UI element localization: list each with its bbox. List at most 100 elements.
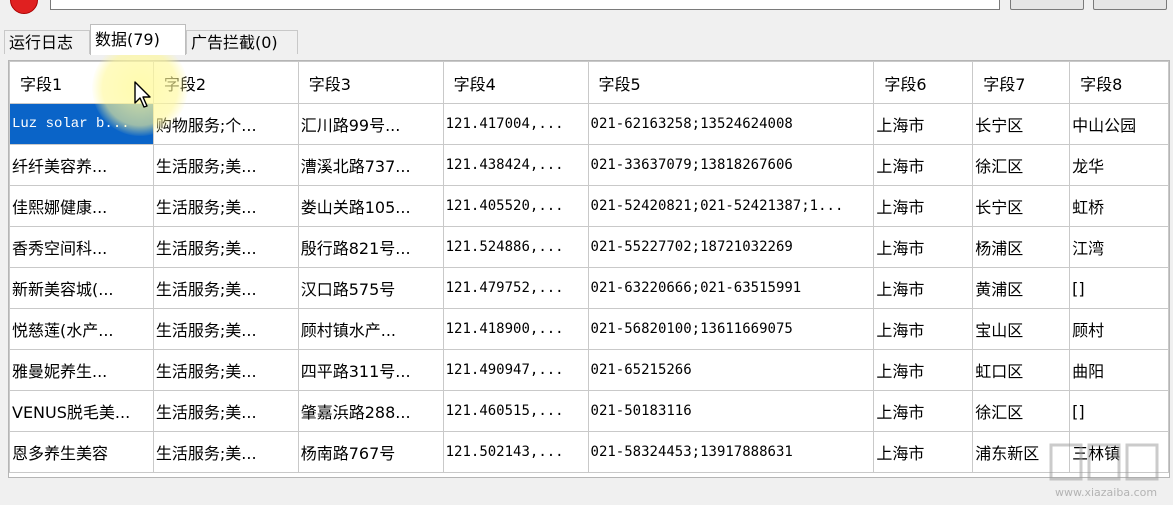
table-cell[interactable]: 上海市 [873, 185, 974, 227]
top-toolbar [0, 0, 1173, 14]
table-cell[interactable]: [] [1069, 390, 1169, 432]
table-cell[interactable]: 汇川路99号... [297, 103, 444, 145]
tab-data[interactable]: 数据(79) [90, 24, 186, 55]
table-cell[interactable]: 上海市 [873, 144, 974, 186]
table-cell-selected[interactable]: Luz solar b... [9, 103, 154, 145]
tab-run-log[interactable]: 运行日志 [4, 30, 90, 54]
table-cell[interactable]: [] [1069, 267, 1169, 309]
table-cell[interactable]: 曲阳 [1069, 349, 1169, 391]
table-cell[interactable]: 虹桥 [1069, 185, 1169, 227]
table-cell[interactable]: 生活服务;美... [152, 267, 299, 309]
table-cell[interactable]: 殷行路821号... [297, 226, 444, 268]
table-cell[interactable]: 021-33637079;13818267606 [587, 144, 875, 186]
table-row[interactable]: 雅曼妮养生... 生活服务;美... 四平路311号... 121.490947… [9, 349, 1169, 391]
table-cell[interactable]: 上海市 [873, 349, 974, 391]
table-cell[interactable]: 021-62163258;13524624008 [587, 103, 875, 145]
table-row[interactable]: Luz solar b... 购物服务;个... 汇川路99号... 121.4… [9, 103, 1169, 145]
column-header[interactable]: 字段6 [873, 61, 974, 104]
column-header[interactable]: 字段5 [587, 61, 875, 104]
table-cell[interactable]: 021-52420821;021-52421387;1... [587, 185, 875, 227]
table-row[interactable]: 悦慈莲(水产... 生活服务;美... 顾村镇水产... 121.418900,… [9, 308, 1169, 350]
table-cell[interactable]: 中山公园 [1069, 103, 1169, 145]
data-table: 字段1 字段2 字段3 字段4 字段5 字段6 字段7 字段8 Luz sola… [9, 61, 1169, 473]
table-cell[interactable]: 121.502143,... [442, 431, 589, 473]
table-cell[interactable]: 121.479752,... [442, 267, 589, 309]
record-icon[interactable] [10, 0, 38, 14]
table-cell[interactable]: 121.438424,... [442, 144, 589, 186]
table-cell[interactable]: 香秀空间科... [9, 226, 154, 268]
table-cell[interactable]: 121.405520,... [442, 185, 589, 227]
table-row[interactable]: 香秀空间科... 生活服务;美... 殷行路821号... 121.524886… [9, 226, 1169, 268]
column-header[interactable]: 字段3 [297, 61, 444, 104]
column-header[interactable]: 字段4 [442, 61, 589, 104]
table-cell[interactable]: 121.460515,... [442, 390, 589, 432]
table-cell[interactable]: 021-63220666;021-63515991 [587, 267, 875, 309]
table-cell[interactable]: 悦慈莲(水产... [9, 308, 154, 350]
url-input[interactable] [50, 0, 1000, 10]
table-row[interactable]: 新新美容城(... 生活服务;美... 汉口路575号 121.479752,.… [9, 267, 1169, 309]
table-cell[interactable]: 肇嘉浜路288... [297, 390, 444, 432]
table-cell[interactable]: 生活服务;美... [152, 144, 299, 186]
table-cell[interactable]: 漕溪北路737... [297, 144, 444, 186]
table-cell[interactable]: 龙华 [1069, 144, 1169, 186]
table-cell[interactable]: 顾村 [1069, 308, 1169, 350]
table-cell[interactable]: 上海市 [873, 390, 974, 432]
table-row[interactable]: VENUS脱毛美... 生活服务;美... 肇嘉浜路288... 121.460… [9, 390, 1169, 432]
table-cell[interactable]: 虹口区 [972, 349, 1071, 391]
toolbar-button-2[interactable] [1093, 0, 1167, 10]
tab-bar: 运行日志 数据(79) 广告拦截(0) [0, 20, 1173, 55]
table-cell[interactable]: 杨南路767号 [297, 431, 444, 473]
table-cell[interactable]: 浦东新区 [972, 431, 1071, 473]
table-cell[interactable]: 021-58324453;13917888631 [587, 431, 875, 473]
table-cell[interactable]: 021-50183116 [587, 390, 875, 432]
column-header[interactable]: 字段1 [9, 61, 154, 104]
tab-ad-block[interactable]: 广告拦截(0) [186, 30, 298, 54]
table-cell[interactable]: 江湾 [1069, 226, 1169, 268]
table-cell[interactable]: 汉口路575号 [297, 267, 444, 309]
table-cell[interactable]: 121.524886,... [442, 226, 589, 268]
table-cell[interactable]: 黄浦区 [972, 267, 1071, 309]
table-cell[interactable]: 三林镇 [1069, 431, 1169, 473]
table-cell[interactable]: 佳熙娜健康... [9, 185, 154, 227]
table-cell[interactable]: 121.418900,... [442, 308, 589, 350]
table-cell[interactable]: 纤纤美容养... [9, 144, 154, 186]
table-cell[interactable]: 徐汇区 [972, 144, 1071, 186]
table-cell[interactable]: 生活服务;美... [152, 185, 299, 227]
table-cell[interactable]: 生活服务;美... [152, 226, 299, 268]
table-cell[interactable]: 上海市 [873, 267, 974, 309]
table-cell[interactable]: 四平路311号... [297, 349, 444, 391]
column-header[interactable]: 字段2 [152, 61, 299, 104]
table-cell[interactable]: 雅曼妮养生... [9, 349, 154, 391]
table-cell[interactable]: 生活服务;美... [152, 390, 299, 432]
table-cell[interactable]: 上海市 [873, 308, 974, 350]
table-cell[interactable]: 宝山区 [972, 308, 1071, 350]
table-cell[interactable]: 121.417004,... [442, 103, 589, 145]
table-header-row: 字段1 字段2 字段3 字段4 字段5 字段6 字段7 字段8 [9, 61, 1169, 104]
table-row[interactable]: 纤纤美容养... 生活服务;美... 漕溪北路737... 121.438424… [9, 144, 1169, 186]
table-cell[interactable]: 徐汇区 [972, 390, 1071, 432]
table-cell[interactable]: 新新美容城(... [9, 267, 154, 309]
table-cell[interactable]: 生活服务;美... [152, 431, 299, 473]
table-cell[interactable]: 上海市 [873, 226, 974, 268]
column-header[interactable]: 字段8 [1069, 61, 1169, 104]
table-cell[interactable]: VENUS脱毛美... [9, 390, 154, 432]
table-cell[interactable]: 长宁区 [972, 103, 1071, 145]
table-row[interactable]: 佳熙娜健康... 生活服务;美... 娄山关路105... 121.405520… [9, 185, 1169, 227]
table-cell[interactable]: 121.490947,... [442, 349, 589, 391]
table-cell[interactable]: 021-55227702;18721032269 [587, 226, 875, 268]
table-cell[interactable]: 上海市 [873, 431, 974, 473]
table-cell[interactable]: 恩多养生美容 [9, 431, 154, 473]
table-cell[interactable]: 上海市 [873, 103, 974, 145]
table-cell[interactable]: 长宁区 [972, 185, 1071, 227]
table-cell[interactable]: 顾村镇水产... [297, 308, 444, 350]
table-cell[interactable]: 杨浦区 [972, 226, 1071, 268]
toolbar-button-1[interactable] [1010, 0, 1084, 10]
table-cell[interactable]: 021-65215266 [587, 349, 875, 391]
column-header[interactable]: 字段7 [972, 61, 1071, 104]
table-cell[interactable]: 021-56820100;13611669075 [587, 308, 875, 350]
table-row[interactable]: 恩多养生美容 生活服务;美... 杨南路767号 121.502143,... … [9, 431, 1169, 473]
table-cell[interactable]: 生活服务;美... [152, 349, 299, 391]
table-cell[interactable]: 娄山关路105... [297, 185, 444, 227]
table-cell[interactable]: 生活服务;美... [152, 308, 299, 350]
table-cell[interactable]: 购物服务;个... [152, 103, 299, 145]
